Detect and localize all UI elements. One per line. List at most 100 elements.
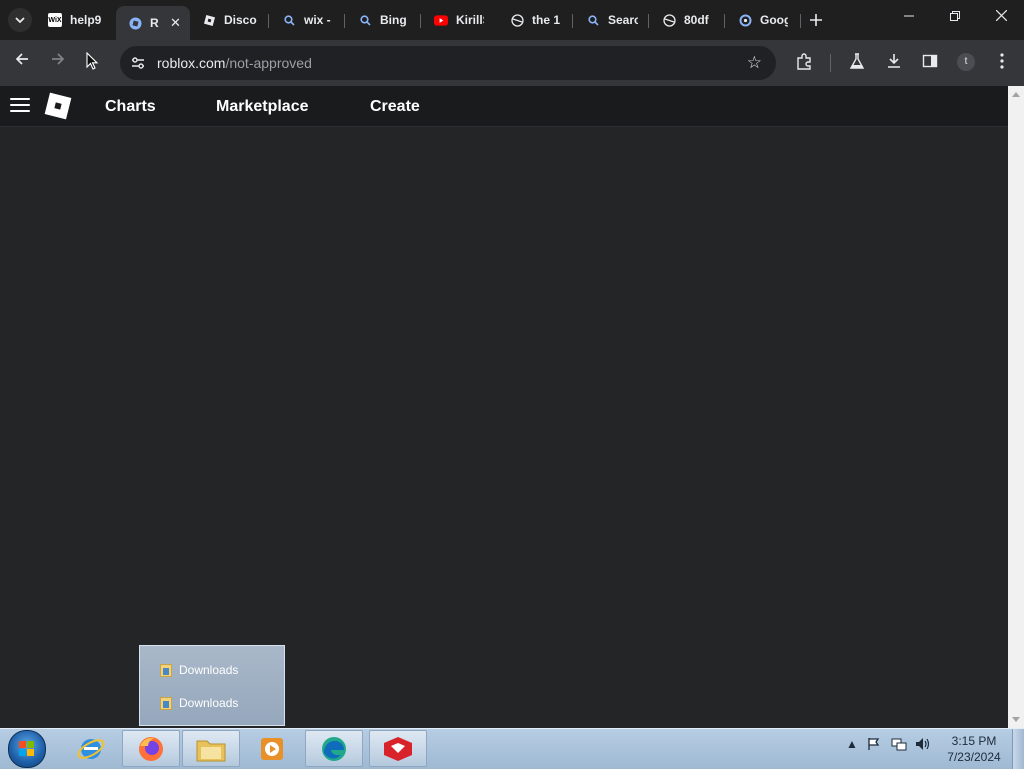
tab-the-1[interactable]: the 1 — [510, 6, 566, 34]
folder-icon — [160, 663, 172, 677]
folder-icon — [196, 740, 226, 761]
tab-title: Goog — [760, 13, 788, 27]
tab-wix-search[interactable]: wix - — [282, 6, 338, 34]
scroll-up-arrow-icon[interactable] — [1012, 92, 1020, 97]
tab-search-button[interactable] — [8, 8, 32, 32]
tab-separator — [572, 14, 573, 28]
tab-separator — [268, 14, 269, 28]
tab-separator — [724, 14, 725, 28]
clock-time: 3:15 PM — [951, 734, 997, 748]
nav-create-link[interactable]: Create — [370, 98, 420, 116]
firefox-icon — [139, 736, 163, 761]
roblox-icon — [128, 16, 142, 30]
roblox-icon — [202, 13, 216, 27]
tab-separator — [648, 14, 649, 28]
close-window-button[interactable] — [978, 8, 1024, 24]
windows-logo-icon — [19, 741, 35, 757]
scroll-down-arrow-icon[interactable] — [1012, 717, 1020, 722]
search-icon — [358, 13, 372, 27]
profile-avatar[interactable]: t — [957, 53, 975, 71]
plus-icon — [810, 14, 822, 26]
network-icon[interactable] — [891, 737, 907, 754]
tab-google[interactable]: Goog — [738, 6, 794, 34]
bookmark-star-icon[interactable]: ☆ — [747, 53, 762, 73]
download-icon[interactable] — [884, 53, 904, 73]
jumplist-item-downloads[interactable]: Downloads — [160, 661, 238, 679]
restore-icon — [950, 11, 960, 21]
taskbar-edge[interactable] — [305, 730, 363, 767]
system-clock[interactable]: 3:15 PM 7/23/2024 — [938, 733, 1010, 765]
globe-icon — [662, 13, 676, 27]
taskbar-internet-explorer[interactable] — [62, 730, 120, 767]
action-center-flag-icon[interactable] — [867, 737, 881, 754]
tab-disco[interactable]: Disco — [202, 6, 262, 34]
menu-hamburger-icon[interactable] — [10, 98, 30, 116]
close-tab-icon[interactable]: ✕ — [170, 15, 181, 31]
roblox-page: Charts Marketplace Create — [0, 86, 1008, 728]
edge-icon — [322, 736, 346, 761]
jumplist-item-label: Downloads — [179, 663, 239, 677]
taskbar-file-explorer[interactable] — [182, 730, 240, 767]
start-button[interactable] — [8, 730, 46, 768]
url-text: roblox.com/not-approved — [157, 55, 312, 71]
more-menu-icon[interactable] — [992, 53, 1012, 73]
show-desktop-button[interactable] — [1012, 729, 1024, 769]
globe-icon — [510, 13, 524, 27]
taskbar-media-player[interactable] — [243, 730, 301, 767]
new-tab-button[interactable] — [810, 10, 822, 31]
toolbar-divider — [830, 54, 831, 72]
show-hidden-icons[interactable]: ▲ — [846, 737, 858, 751]
taskbar-firefox[interactable] — [122, 730, 180, 767]
folder-icon — [160, 696, 172, 710]
tab-bing[interactable]: Bing — [358, 6, 414, 34]
tab-separator — [344, 14, 345, 28]
tab-title: Disco — [224, 13, 257, 27]
google-lens-icon — [738, 13, 752, 27]
youtube-icon — [434, 13, 448, 27]
side-panel-icon[interactable] — [920, 53, 940, 73]
close-icon — [995, 9, 1007, 22]
back-button[interactable] — [11, 52, 33, 71]
forward-button[interactable] — [47, 52, 69, 71]
media-player-icon — [261, 737, 283, 760]
arrow-left-icon — [15, 53, 28, 65]
chevron-down-icon — [15, 17, 25, 24]
tab-separator — [420, 14, 421, 28]
browser-toolbar: roblox.com/not-approved ☆ t — [0, 40, 1024, 86]
jumplist-item-downloads[interactable]: Downloads — [160, 694, 238, 712]
tab-search[interactable]: Searc — [586, 6, 642, 34]
minimize-button[interactable] — [886, 8, 932, 24]
taskbar-gamemaker[interactable] — [369, 730, 427, 767]
page-scrollbar[interactable] — [1008, 86, 1024, 728]
tab-help9[interactable]: WiX help9 — [48, 6, 108, 34]
volume-icon[interactable] — [915, 737, 931, 754]
tab-title: KirillS — [456, 13, 484, 27]
windows-taskbar: ▲ 3:15 PM 7/23/2024 — [0, 728, 1024, 769]
search-icon — [586, 13, 600, 27]
extensions-icon[interactable] — [794, 53, 814, 75]
nav-marketplace-link[interactable]: Marketplace — [216, 98, 309, 116]
tab-separator — [800, 14, 801, 28]
tab-title: 80df — [684, 13, 709, 27]
tab-title: help9 — [70, 13, 102, 27]
roblox-logo[interactable] — [44, 92, 72, 120]
tab-roblox-active[interactable]: R ✕ — [116, 6, 190, 40]
url-host: roblox.com — [157, 55, 226, 71]
gamemaker-icon — [384, 736, 412, 761]
jumplist-item-label: Downloads — [179, 696, 239, 710]
reload-button[interactable] — [82, 51, 104, 77]
tab-title: Searc — [608, 13, 638, 27]
tab-80df[interactable]: 80df — [662, 6, 718, 34]
tab-youtube[interactable]: KirillS — [434, 6, 490, 34]
arrow-right-icon — [52, 53, 65, 65]
site-settings-icon[interactable] — [130, 55, 146, 71]
clock-date: 7/23/2024 — [947, 750, 1001, 764]
labs-flask-icon[interactable] — [847, 53, 867, 73]
address-bar[interactable]: roblox.com/not-approved ☆ — [120, 46, 776, 80]
tab-strip: WiX help9 R ✕ Disco wix - Bing KirillS — [0, 0, 1024, 40]
tab-title: the 1 — [532, 13, 560, 27]
search-icon — [282, 13, 296, 27]
restore-button[interactable] — [932, 8, 978, 24]
mouse-cursor-icon — [86, 51, 99, 70]
nav-charts-link[interactable]: Charts — [105, 98, 156, 116]
